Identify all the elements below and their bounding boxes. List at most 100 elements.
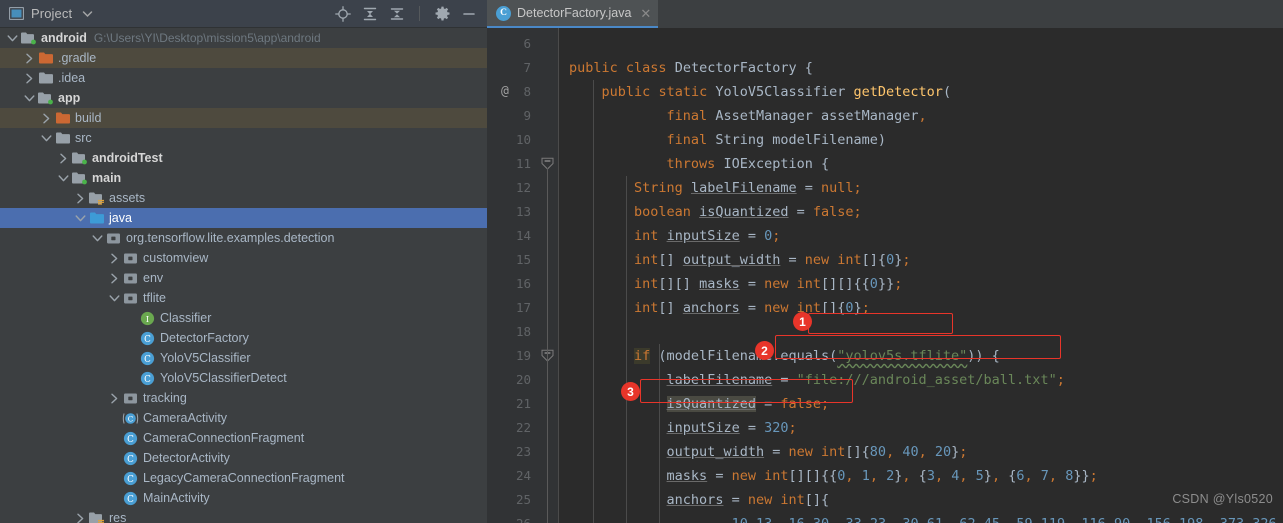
class-icon: C xyxy=(122,430,139,446)
code-line-7[interactable]: public class DetectorFactory { xyxy=(559,56,813,80)
tree-node-android[interactable]: android G:\Users\YI\Desktop\mission5\app\… xyxy=(0,28,487,48)
project-file-tree[interactable]: android G:\Users\YI\Desktop\mission5\app\… xyxy=(0,28,487,523)
tree-node-cameraactivity[interactable]: C CameraActivity xyxy=(0,408,487,428)
no-arrow-spacer xyxy=(125,352,138,365)
line-number: 13 xyxy=(515,204,531,219)
chevron-right-icon[interactable] xyxy=(108,392,121,405)
code-line-12[interactable]: String labelFilename = null; xyxy=(559,176,862,200)
code-folding-strip[interactable] xyxy=(537,28,559,523)
code-line-16[interactable]: int[][] masks = new int[][]{{0}}; xyxy=(559,272,902,296)
code-line-6[interactable] xyxy=(559,32,569,56)
tree-node-src[interactable]: src xyxy=(0,128,487,148)
code-line-11[interactable]: throws IOException { xyxy=(559,152,830,176)
chevron-right-icon[interactable] xyxy=(57,152,70,165)
tree-node-org-tensorflow-lite-examples-detection[interactable]: org.tensorflow.lite.examples.detection xyxy=(0,228,487,248)
chevron-down-icon[interactable] xyxy=(79,6,95,22)
indent-guide xyxy=(626,176,627,523)
line-number: 8 xyxy=(523,84,531,99)
line-number-gutter: 678@910111213141516171819202122232425262… xyxy=(487,28,537,523)
tree-node-classifier[interactable]: I Classifier xyxy=(0,308,487,328)
tree-node-legacycameraconnectionfragment[interactable]: C LegacyCameraConnectionFragment xyxy=(0,468,487,488)
indent-guide xyxy=(593,80,594,523)
class-icon: C xyxy=(122,490,139,506)
chevron-down-icon[interactable] xyxy=(57,172,70,185)
toolbar-divider xyxy=(419,6,420,21)
tree-node-label: YoloV5ClassifierDetect xyxy=(160,371,287,385)
code-line-22[interactable]: inputSize = 320; xyxy=(559,416,797,440)
gear-icon[interactable] xyxy=(434,6,450,22)
override-annotation-icon[interactable]: @ xyxy=(501,80,509,104)
folder-orange-icon xyxy=(37,50,54,66)
tree-node-mainactivity[interactable]: C MainActivity xyxy=(0,488,487,508)
chevron-right-icon[interactable] xyxy=(108,272,121,285)
chevron-right-icon[interactable] xyxy=(23,52,36,65)
tree-node-detectorfactory[interactable]: C DetectorFactory xyxy=(0,328,487,348)
close-icon[interactable]: ✕ xyxy=(640,7,651,20)
tree-node-androidtest[interactable]: androidTest xyxy=(0,148,487,168)
line-number: 25 xyxy=(515,492,531,507)
chevron-right-icon[interactable] xyxy=(74,192,87,205)
minimize-icon[interactable] xyxy=(461,6,477,22)
no-arrow-spacer xyxy=(108,472,121,485)
chevron-down-icon[interactable] xyxy=(91,232,104,245)
tree-node-yolov5classifier[interactable]: C YoloV5Classifier xyxy=(0,348,487,368)
chevron-down-icon[interactable] xyxy=(108,292,121,305)
no-arrow-spacer xyxy=(108,412,121,425)
line-number: 21 xyxy=(515,396,531,411)
expand-all-icon[interactable] xyxy=(362,6,378,22)
code-line-17[interactable]: int[] anchors = new int[]{0}; xyxy=(559,296,870,320)
editor-tab-label: DetectorFactory.java xyxy=(517,6,632,20)
code-line-21[interactable]: isQuantized = false; xyxy=(559,392,829,416)
chevron-right-icon[interactable] xyxy=(23,72,36,85)
tree-node-assets[interactable]: assets xyxy=(0,188,487,208)
tree-node-yolov5classifierdetect[interactable]: C YoloV5ClassifierDetect xyxy=(0,368,487,388)
tree-node-customview[interactable]: customview xyxy=(0,248,487,268)
tree-node-cameraconnectionfragment[interactable]: C CameraConnectionFragment xyxy=(0,428,487,448)
chevron-right-icon[interactable] xyxy=(74,512,87,523)
annotation-badge-1: 1 xyxy=(793,312,812,331)
indent-guide xyxy=(659,344,660,523)
tree-node-env[interactable]: env xyxy=(0,268,487,288)
module-folder-icon xyxy=(37,90,54,106)
code-line-10[interactable]: final String modelFilename) xyxy=(559,128,886,152)
chevron-down-icon[interactable] xyxy=(74,212,87,225)
code-line-24[interactable]: masks = new int[][]{{0, 1, 2}, {3, 4, 5}… xyxy=(559,464,1098,488)
tree-node-label: main xyxy=(92,171,122,185)
tree-node-java[interactable]: java xyxy=(0,208,487,228)
tree-node-res[interactable]: res xyxy=(0,508,487,523)
code-line-15[interactable]: int[] output_width = new int[]{0}; xyxy=(559,248,910,272)
package-icon xyxy=(122,250,139,266)
tree-node-build[interactable]: build xyxy=(0,108,487,128)
tree-node-app[interactable]: app xyxy=(0,88,487,108)
code-line-26[interactable]: 10,13, 16,30, 33,23, 30,61, 62,45, 59,11… xyxy=(559,512,1277,523)
code-line-9[interactable]: final AssetManager assetManager, xyxy=(559,104,927,128)
folder-assets-icon xyxy=(88,510,105,523)
line-number: 10 xyxy=(515,132,531,147)
tree-node-label: YoloV5Classifier xyxy=(160,351,251,365)
code-line-8[interactable]: public static YoloV5Classifier getDetect… xyxy=(559,80,952,104)
tree-node-gradle[interactable]: .gradle xyxy=(0,48,487,68)
code-line-25[interactable]: anchors = new int[]{ xyxy=(559,488,830,512)
code-line-23[interactable]: output_width = new int[]{80, 40, 20}; xyxy=(559,440,968,464)
tree-node-label: MainActivity xyxy=(143,491,210,505)
chevron-down-icon[interactable] xyxy=(23,92,36,105)
locate-file-icon[interactable] xyxy=(335,5,351,22)
chevron-right-icon[interactable] xyxy=(40,112,53,125)
tree-node-tracking[interactable]: tracking xyxy=(0,388,487,408)
ide-window: Project android G:\Users\YI\Desktop\miss… xyxy=(0,0,1283,523)
editor-tab-detectorfactory[interactable]: C DetectorFactory.java ✕ xyxy=(487,0,659,28)
chevron-right-icon[interactable] xyxy=(108,252,121,265)
tree-node-tflite[interactable]: tflite xyxy=(0,288,487,308)
tree-node-main[interactable]: main xyxy=(0,168,487,188)
package-icon xyxy=(122,390,139,406)
collapse-all-icon[interactable] xyxy=(389,6,405,22)
tree-node-detectoractivity[interactable]: C DetectorActivity xyxy=(0,448,487,468)
code-line-18[interactable] xyxy=(559,320,569,344)
tree-node-path: G:\Users\YI\Desktop\mission5\app\android xyxy=(93,31,321,45)
code-text-area[interactable]: public class DetectorFactory { public st… xyxy=(559,28,1283,523)
chevron-down-icon[interactable] xyxy=(6,32,19,45)
tree-node-idea[interactable]: .idea xyxy=(0,68,487,88)
chevron-down-icon[interactable] xyxy=(40,132,53,145)
tree-node-label: app xyxy=(58,91,81,105)
code-line-13[interactable]: boolean isQuantized = false; xyxy=(559,200,862,224)
